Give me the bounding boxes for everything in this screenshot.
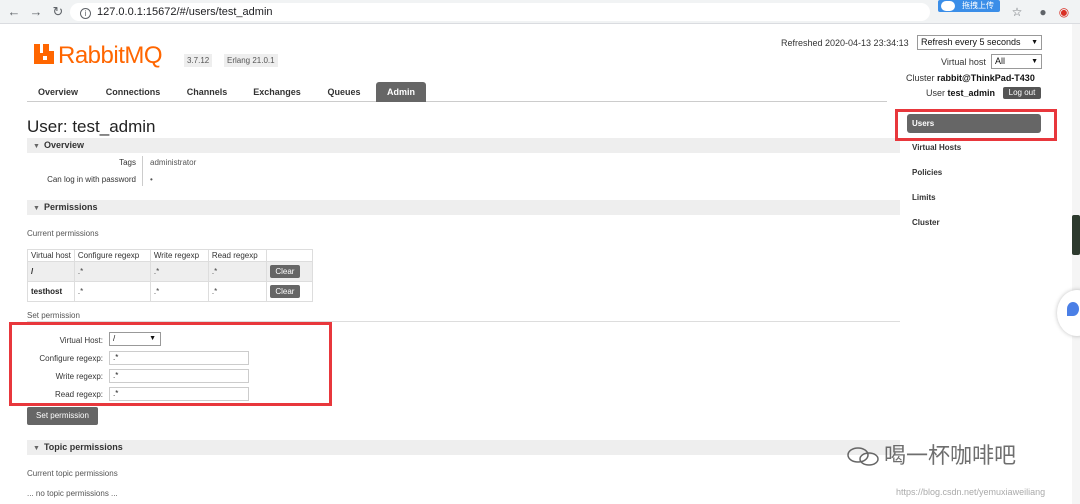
cluster-name: rabbit@ThinkPad-T430 (937, 73, 1035, 83)
table-row: testhost .* .* .* Clear (27, 281, 313, 302)
refresh-interval-select[interactable]: Refresh every 5 seconds ▼ (917, 35, 1042, 50)
permissions-section-title: Permissions (43, 202, 98, 212)
configure-cell: .* (73, 261, 151, 282)
tab-overview[interactable]: Overview (27, 82, 89, 102)
vhost-cell: testhost (27, 281, 75, 302)
logout-button[interactable]: Log out (1003, 87, 1041, 99)
tab-admin[interactable]: Admin (376, 82, 426, 102)
account-avatar-icon[interactable]: ● (1036, 5, 1050, 19)
refreshed-text: Refreshed 2020-04-13 23:34:13 (781, 38, 909, 48)
login-label: Can log in with password (47, 175, 136, 184)
set-permission-button[interactable]: Set permission (27, 407, 98, 425)
sidebar-item-virtual-hosts[interactable]: Virtual Hosts (912, 143, 961, 152)
divider (142, 156, 143, 186)
overview-section-toggle[interactable]: ▼ Overview (27, 138, 900, 153)
sidebar-item-users[interactable]: Users (907, 114, 1041, 133)
permissions-table: Virtual host Configure regexp Write rege… (27, 249, 313, 302)
triangle-down-icon: ▼ (33, 205, 40, 212)
read-cell: .* (207, 281, 267, 302)
table-header-row: Virtual host Configure regexp Write rege… (27, 249, 313, 262)
floating-assistant-icon[interactable] (1057, 290, 1080, 336)
bookmark-star-icon[interactable]: ☆ (1010, 5, 1024, 19)
sidebar-item-cluster[interactable]: Cluster (912, 218, 940, 227)
read-cell: .* (207, 261, 267, 282)
scrollbar-handle[interactable] (1072, 215, 1080, 255)
clear-permission-button[interactable]: Clear (269, 285, 300, 298)
url-text: 127.0.0.1:15672/#/users/test_admin (97, 6, 273, 18)
extension-icon[interactable]: ◉ (1057, 5, 1071, 19)
virtual-host-label: Virtual host (941, 57, 986, 67)
col-virtual-host: Virtual host (27, 249, 75, 262)
watermark-text: 喝一杯咖啡吧 (884, 443, 1017, 468)
extension-label: 拖拽上传 (962, 1, 994, 10)
set-permission-heading: Set permission (27, 311, 80, 320)
chevron-down-icon: ▼ (1031, 58, 1038, 65)
user-name: test_admin (947, 88, 996, 98)
action-cell: Clear (265, 261, 313, 282)
virtual-host-value: All (995, 56, 1006, 66)
write-cell: .* (149, 281, 209, 302)
tab-exchanges[interactable]: Exchanges (245, 82, 309, 102)
col-configure-regexp: Configure regexp (73, 249, 151, 262)
table-row: / .* .* .* Clear (27, 261, 313, 282)
address-bar[interactable]: i 127.0.0.1:15672/#/users/test_admin (70, 3, 930, 21)
write-cell: .* (149, 261, 209, 282)
sidebar-item-limits[interactable]: Limits (912, 193, 936, 202)
info-icon[interactable]: i (80, 8, 91, 19)
scrollbar[interactable] (1072, 24, 1080, 504)
user-label: User (926, 88, 946, 98)
tab-channels[interactable]: Channels (178, 82, 236, 102)
clear-permission-button[interactable]: Clear (269, 265, 300, 278)
configure-cell: .* (73, 281, 151, 302)
tags-label: Tags (119, 158, 136, 167)
overview-section-title: Overview (43, 140, 84, 150)
tab-queues[interactable]: Queues (317, 82, 371, 102)
no-topic-permissions-text: ... no topic permissions ... (27, 489, 118, 498)
rabbitmq-version: 3.7.12 (184, 54, 213, 67)
virtual-host-select[interactable]: All ▼ (991, 54, 1042, 69)
col-write-regexp: Write regexp (149, 249, 209, 262)
baidu-logo-icon (941, 1, 955, 11)
col-actions (265, 249, 313, 262)
back-arrow-icon[interactable]: ← (6, 4, 22, 20)
source-watermark: https://blog.csdn.net/yemuxiaweiliang (896, 487, 1046, 497)
action-cell: Clear (265, 281, 313, 302)
vhost-cell: / (27, 261, 75, 282)
erlang-version: Erlang 21.0.1 (224, 54, 278, 67)
rabbit-logo-icon (34, 44, 54, 64)
cluster-label: Cluster (906, 73, 935, 83)
upload-extension-button[interactable]: 拖拽上传 (938, 0, 1000, 12)
col-read-regexp: Read regexp (207, 249, 267, 262)
forward-arrow-icon[interactable]: → (28, 4, 44, 20)
login-value: • (150, 175, 153, 184)
sidebar-item-policies[interactable]: Policies (912, 168, 942, 177)
user-info: User test_admin (926, 88, 995, 98)
sidebar-item-label: Users (912, 119, 935, 128)
page-title: User: test_admin (27, 117, 156, 136)
current-permissions-heading: Current permissions (27, 229, 99, 238)
tab-connections[interactable]: Connections (97, 82, 169, 102)
triangle-down-icon: ▼ (33, 143, 40, 150)
highlight-box-form (9, 322, 332, 406)
browser-toolbar: ← → ↻ i 127.0.0.1:15672/#/users/test_admi… (0, 0, 1080, 24)
wechat-icon (847, 447, 879, 466)
reload-icon[interactable]: ↻ (50, 4, 66, 20)
triangle-down-icon: ▼ (33, 445, 40, 452)
tags-value: administrator (150, 158, 197, 167)
current-topic-permissions-heading: Current topic permissions (27, 469, 118, 478)
main-tabs: Overview Connections Channels Exchanges … (27, 82, 887, 102)
refresh-interval-value: Refresh every 5 seconds (921, 37, 1021, 47)
logo-text: RabbitMQ (58, 42, 163, 69)
topic-permissions-section-title: Topic permissions (43, 442, 123, 452)
topic-permissions-section-toggle[interactable]: ▼ Topic permissions (27, 440, 900, 455)
permissions-section-toggle[interactable]: ▼ Permissions (27, 200, 900, 215)
chevron-down-icon: ▼ (1031, 39, 1038, 46)
cluster-info: Cluster rabbit@ThinkPad-T430 (906, 73, 1035, 83)
